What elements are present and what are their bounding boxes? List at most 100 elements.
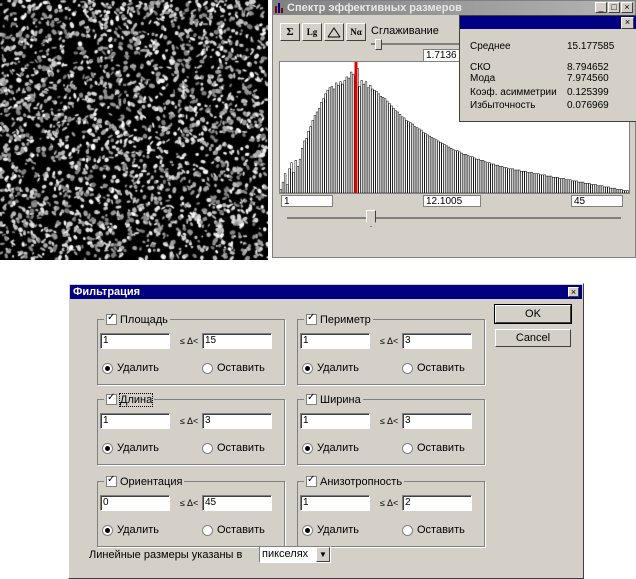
smoothing-slider-thumb[interactable] [375, 39, 382, 50]
range-from-input[interactable]: 1 [300, 495, 370, 511]
maximize-button[interactable]: □ [608, 2, 620, 13]
keep-radio[interactable]: Оставить [402, 442, 465, 454]
minimize-button[interactable]: _ [595, 2, 607, 13]
delete-radio[interactable]: Удалить [102, 524, 159, 536]
cancel-button[interactable]: Cancel [495, 329, 571, 347]
range-to-input[interactable]: 2 [402, 495, 472, 511]
radio-selected-icon [102, 442, 113, 454]
range-to-input[interactable]: 45 [202, 495, 272, 511]
checkbox[interactable] [106, 312, 117, 325]
histogram-bar [458, 151, 461, 193]
histogram-bar [456, 150, 459, 193]
nalpha-button[interactable]: Nα [346, 23, 366, 41]
keep-radio-label: Оставить [417, 442, 465, 454]
filter-dialog-titlebar[interactable]: Фильтрация × [70, 285, 582, 299]
stat-label: Коэф. асимметрии [470, 87, 557, 98]
histogram-bar [552, 177, 555, 193]
filter-group: Периметр 1 ≤ Δ<3 Удалить Оставить [297, 312, 485, 385]
histogram-bar [422, 132, 425, 193]
keep-radio[interactable]: Оставить [202, 442, 265, 454]
histogram-window-titlebar[interactable]: Спектр эффективных размеров _ □ × [273, 1, 635, 15]
filter-dialog: Фильтрация × Площадь1≤ Δ<15УдалитьОстави… [68, 283, 584, 579]
checkbox[interactable] [106, 392, 117, 405]
curve-button[interactable] [324, 23, 344, 41]
range-to-input[interactable]: 3 [202, 413, 272, 429]
range-slider-track[interactable] [287, 217, 621, 219]
histogram-bar [337, 85, 340, 193]
keep-radio[interactable]: Оставить [202, 524, 265, 536]
checkbox[interactable] [306, 474, 317, 487]
histogram-bar [328, 87, 331, 193]
stat-label: Мода [470, 73, 496, 84]
histogram-bar [528, 172, 531, 193]
delete-radio[interactable]: Удалить [102, 362, 159, 374]
histogram-bar [432, 138, 436, 193]
range-to-input[interactable]: 3 [402, 413, 472, 429]
filter-group-header[interactable]: Площадь [104, 312, 170, 326]
histogram-bar [537, 173, 540, 193]
range-to-input[interactable]: 15 [202, 333, 272, 349]
filter-group: Анизотропность 1 ≤ Δ<2 Удалить Оставить [297, 474, 485, 547]
lg-button[interactable]: Lg [302, 23, 322, 41]
units-label: Линейные размеры указаны в [89, 549, 243, 561]
filter-group-header[interactable]: Длина [104, 392, 155, 407]
filter-group-header[interactable]: Анизотропность [304, 474, 405, 488]
histogram-bar [530, 172, 534, 193]
checkbox[interactable] [306, 392, 317, 405]
statistics-close-button[interactable]: × [621, 17, 634, 29]
histogram-bar [535, 173, 538, 193]
histogram-bar [280, 189, 282, 193]
units-select[interactable]: пикселях ▼ [259, 546, 331, 563]
histogram-bar [560, 178, 563, 193]
range-from-input[interactable]: 0 [100, 495, 170, 511]
dialog-close-button[interactable]: × [568, 287, 579, 297]
keep-radio[interactable]: Оставить [402, 524, 465, 536]
range-from-input[interactable]: 1 [100, 413, 170, 429]
checkbox[interactable] [106, 474, 117, 487]
histogram-bar [609, 187, 612, 193]
histogram-bar [428, 135, 431, 193]
range-from-input[interactable]: 1 [300, 333, 370, 349]
histogram-bar [550, 175, 553, 193]
histogram-bar [545, 175, 548, 193]
dropdown-arrow-icon[interactable]: ▼ [316, 547, 330, 562]
radio-selected-icon [302, 442, 313, 454]
histogram-bar [339, 81, 342, 193]
histogram-bar [398, 114, 402, 193]
histogram-bar [509, 168, 512, 193]
histogram-bar [522, 170, 525, 193]
filter-group-header[interactable]: Периметр [304, 312, 373, 326]
histogram-bar [532, 173, 536, 193]
checkbox[interactable] [306, 312, 317, 325]
histogram-bar [435, 139, 438, 193]
histogram-bar [564, 179, 568, 193]
histogram-bar [449, 148, 453, 193]
statistics-titlebar[interactable]: × [460, 16, 636, 29]
sigma-button[interactable]: Σ [280, 23, 300, 41]
filter-group-title: Периметр [320, 313, 371, 326]
range-from-input[interactable]: 1 [300, 413, 370, 429]
smoothing-slider-track[interactable] [371, 43, 463, 45]
ok-button[interactable]: OK [494, 304, 572, 324]
range-to-input[interactable]: 3 [402, 333, 472, 349]
delete-radio[interactable]: Удалить [102, 442, 159, 454]
range-from-input[interactable]: 1 [100, 333, 170, 349]
keep-radio[interactable]: Оставить [202, 362, 265, 374]
range-slider-thumb[interactable] [366, 210, 376, 227]
radio-empty-icon [202, 362, 213, 374]
range-min-field[interactable]: 1 [281, 195, 333, 207]
filter-group-header[interactable]: Ориентация [104, 474, 185, 488]
range-max-field[interactable]: 45 [571, 195, 623, 207]
delete-radio[interactable]: Удалить [302, 362, 359, 374]
window-close-button[interactable]: × [621, 2, 633, 13]
histogram-bar [496, 164, 500, 193]
histogram-bar [486, 162, 489, 193]
delete-radio[interactable]: Удалить [302, 524, 359, 536]
histogram-bar [590, 184, 593, 193]
keep-radio[interactable]: Оставить [402, 362, 465, 374]
delete-radio[interactable]: Удалить [302, 442, 359, 454]
histogram-bar [447, 146, 451, 193]
filter-group-header[interactable]: Ширина [304, 392, 363, 406]
histogram-bar [386, 100, 389, 193]
range-current-field[interactable]: 12.1005 [423, 195, 481, 207]
